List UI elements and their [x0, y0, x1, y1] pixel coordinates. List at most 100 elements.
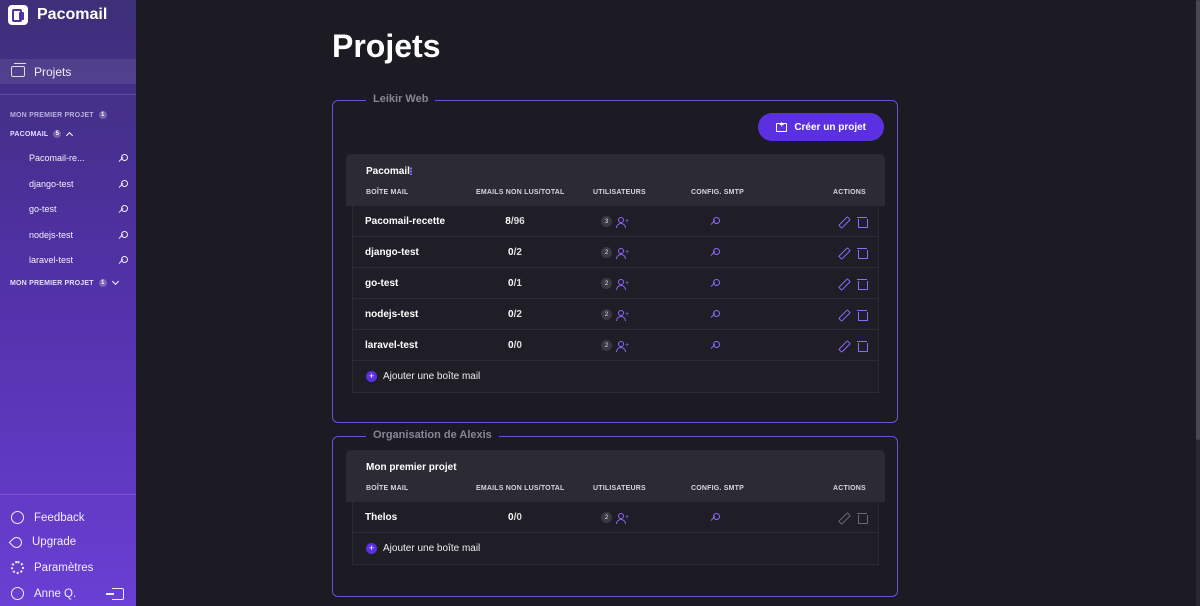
add-mailbox-button[interactable]: + Ajouter une boîte mail: [353, 361, 878, 392]
sidebar-mailbox-item[interactable]: laravel-test: [29, 253, 129, 267]
sidebar-mailbox-item[interactable]: django-test: [29, 177, 129, 191]
mailbox-label: django-test: [29, 179, 74, 189]
key-icon[interactable]: [710, 278, 721, 289]
group-count-badge: 1: [98, 279, 107, 287]
folder-plus-icon: [776, 120, 788, 132]
trash-icon[interactable]: [857, 309, 868, 321]
key-icon[interactable]: [710, 247, 721, 258]
mailbox-name[interactable]: go-test: [365, 268, 398, 299]
total-count: /2: [513, 247, 522, 258]
mailbox-name[interactable]: Thelos: [365, 502, 397, 533]
group-label: MON PREMIER PROJET: [10, 279, 94, 287]
smtp-config-cell: [710, 206, 721, 237]
column-header-actions: ACTIONS: [833, 189, 866, 196]
trash-icon[interactable]: [857, 216, 868, 228]
user-add-icon[interactable]: +: [616, 340, 629, 352]
total-count: /96: [510, 216, 525, 227]
mailbox-name[interactable]: django-test: [365, 237, 419, 268]
users-count-badge: 2: [601, 309, 612, 320]
edit-icon[interactable]: [838, 310, 848, 320]
feedback-link[interactable]: Feedback: [11, 511, 85, 524]
sidebar-group-pacomail[interactable]: PACOMAIL 5: [10, 130, 74, 140]
user-profile[interactable]: Anne Q.: [11, 587, 76, 600]
organization-name: Leikir Web: [366, 93, 436, 105]
actions-cell: [833, 268, 868, 299]
scrollbar[interactable]: [1196, 0, 1200, 606]
key-icon[interactable]: [710, 340, 721, 351]
edit-icon[interactable]: [838, 217, 848, 227]
actions-cell: [833, 206, 868, 237]
user-add-icon[interactable]: +: [616, 278, 629, 290]
key-icon[interactable]: [118, 179, 129, 190]
key-icon[interactable]: [710, 309, 721, 320]
organization-card: Organisation de Alexis Mon premier proje…: [332, 429, 898, 597]
trash-icon[interactable]: [857, 278, 868, 290]
smtp-config-cell: [710, 502, 721, 533]
key-icon[interactable]: [710, 216, 721, 227]
mailbox-table: Pacomail-recette 8/96 3 + django-test 0/2…: [352, 206, 879, 393]
actions-cell: [833, 299, 868, 330]
sidebar-group-mon-premier-projet[interactable]: MON PREMIER PROJET 1: [10, 111, 107, 119]
total-count: /2: [513, 309, 522, 320]
chat-icon: [11, 511, 24, 524]
users-cell: 2 +: [601, 502, 629, 533]
edit-icon[interactable]: [838, 279, 848, 289]
total-count: /0: [513, 512, 522, 523]
user-add-icon[interactable]: +: [616, 247, 629, 259]
organization-name: Organisation de Alexis: [366, 429, 499, 441]
chevron-down-icon[interactable]: [111, 277, 119, 286]
settings-link[interactable]: Paramètres: [11, 561, 93, 574]
edit-icon[interactable]: [838, 248, 848, 258]
sidebar-group-mon-premier-projet-2[interactable]: MON PREMIER PROJET 1: [10, 277, 119, 287]
nav-item-projects[interactable]: Projets: [0, 59, 136, 84]
user-add-icon[interactable]: +: [616, 216, 629, 228]
organization-card: Leikir Web Créer un projet Pacomail BOÎT…: [332, 93, 898, 423]
table-row: go-test 0/1 2 +: [353, 268, 878, 299]
column-header-mailbox: BOÎTE MAIL: [366, 485, 409, 492]
mailbox-name[interactable]: laravel-test: [365, 330, 418, 361]
scrollbar-thumb[interactable]: [1196, 0, 1200, 440]
key-icon[interactable]: [118, 153, 129, 164]
actions-cell: [833, 237, 868, 268]
trash-icon[interactable]: [857, 340, 868, 352]
trash-icon[interactable]: [857, 247, 868, 259]
mailbox-name[interactable]: nodejs-test: [365, 299, 418, 330]
edit-icon[interactable]: [838, 341, 848, 351]
brand-name: Pacomail: [37, 6, 108, 23]
add-mailbox-label: Ajouter une boîte mail: [383, 371, 481, 382]
user-add-icon[interactable]: +: [616, 309, 629, 321]
project-header: Mon premier projet BOÎTE MAIL EMAILS NON…: [346, 450, 885, 502]
add-mailbox-button[interactable]: + Ajouter une boîte mail: [353, 533, 878, 564]
key-icon[interactable]: [118, 204, 129, 215]
smtp-config-cell: [710, 299, 721, 330]
column-header-emails: EMAILS NON LUS/TOTAL: [476, 485, 565, 492]
page-title: Projets: [332, 28, 441, 64]
sidebar-mailbox-item[interactable]: nodejs-test: [29, 228, 129, 242]
nav-item-label: Projets: [34, 64, 72, 79]
create-project-button[interactable]: Créer un projet: [758, 113, 884, 141]
key-icon[interactable]: [118, 230, 129, 241]
pacomail-logo-icon: [8, 5, 28, 25]
logout-icon[interactable]: [106, 588, 124, 600]
folders-icon: [11, 63, 26, 77]
total-count: /0: [513, 340, 522, 351]
mailbox-label: nodejs-test: [29, 230, 74, 240]
group-label: PACOMAIL: [10, 130, 49, 138]
key-icon[interactable]: [118, 255, 129, 266]
divider: [0, 494, 136, 495]
column-header-mailbox: BOÎTE MAIL: [366, 189, 409, 196]
upgrade-link[interactable]: Upgrade: [8, 534, 76, 550]
table-row: Thelos 0/0 2 +: [353, 502, 878, 533]
brand[interactable]: Pacomail: [8, 4, 107, 26]
group-label: MON PREMIER PROJET: [10, 111, 94, 119]
sidebar-mailbox-item[interactable]: go-test: [29, 202, 129, 216]
project-panel: Mon premier projet BOÎTE MAIL EMAILS NON…: [346, 450, 885, 565]
users-cell: 2 +: [601, 299, 629, 330]
chevron-up-icon[interactable]: [66, 131, 74, 140]
sidebar-mailbox-item[interactable]: Pacomail-re...: [29, 151, 129, 165]
key-icon[interactable]: [710, 512, 721, 523]
more-vertical-icon[interactable]: [410, 167, 412, 175]
email-count: 8/96: [485, 206, 545, 237]
user-add-icon[interactable]: +: [616, 512, 629, 524]
mailbox-name[interactable]: Pacomail-recette: [365, 206, 445, 237]
